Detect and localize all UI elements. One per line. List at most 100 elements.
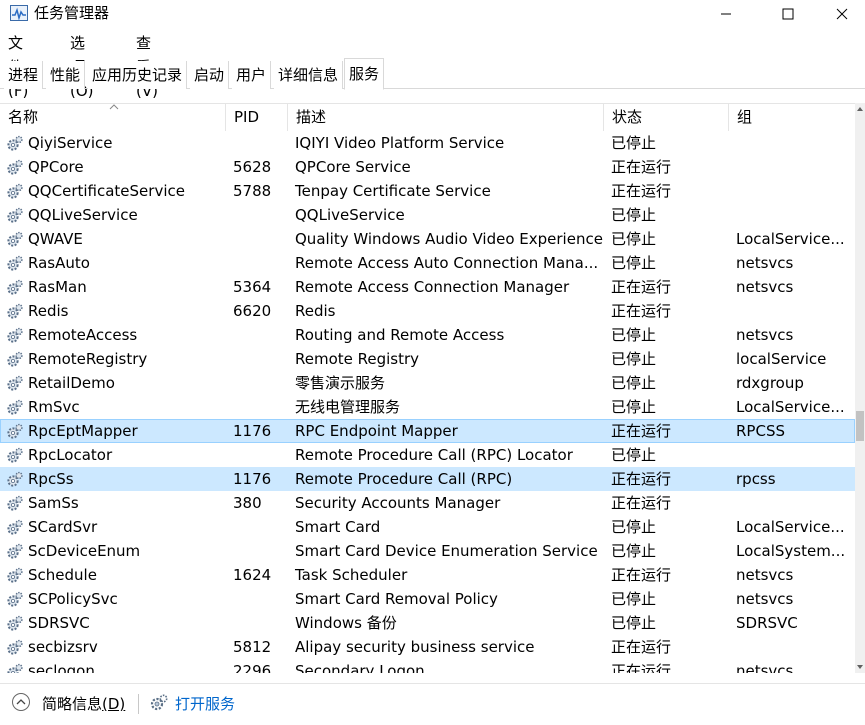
service-name: Schedule [28,566,97,584]
service-group: localService [736,350,827,368]
column-header-name[interactable]: 名称 [0,104,226,131]
service-group: rdxgroup [736,374,804,392]
service-name: RpcLocator [28,446,113,464]
table-row[interactable]: RasMan 5364 Remote Access Connection Manag… [0,275,855,299]
table-header: 名称 PID 描述 状态 组 [0,104,855,131]
service-name: QWAVE [28,230,83,248]
column-header-pid[interactable]: PID [226,104,288,131]
service-pid [226,611,288,635]
table-row[interactable]: seclogon 2296 Secondary Logon 正在运行 netsvcs [0,659,855,673]
chevron-up-circle-icon[interactable] [11,692,31,712]
maximize-button[interactable] [765,0,811,28]
service-status: 正在运行 [611,182,672,200]
service-status: 已停止 [611,542,657,560]
services-gear-icon[interactable] [149,693,169,713]
service-name: RasAuto [28,254,90,272]
service-status: 正在运行 [611,566,672,584]
service-group [729,635,855,659]
table-row[interactable]: RpcSs 1176 Remote Procedure Call (RPC) 正在运行… [0,467,855,491]
table-row[interactable]: RpcLocator Remote Procedure Call (RPC) Lo… [0,443,855,467]
service-description: Redis [295,302,336,320]
tab-services[interactable]: 服务 [344,58,385,90]
tab-startup[interactable]: 启动 [190,61,230,89]
scroll-up-icon[interactable] [855,103,865,115]
table-row[interactable]: RpcEptMapper 1176 RPC Endpoint Mapper 正在运行 R… [0,419,855,443]
close-button[interactable] [819,0,865,28]
table-row[interactable]: SDRSVC Windows 备份 已停止 SDRSVC [0,611,855,635]
service-description: 无线电管理服务 [295,398,401,416]
vertical-scrollbar[interactable] [855,103,865,673]
minimize-button[interactable] [703,0,749,28]
tab-performance[interactable]: 性能 [46,61,86,89]
table-row[interactable]: RasAuto Remote Access Auto Connection Man… [0,251,855,275]
open-services-link[interactable]: 打开服务 [175,694,235,714]
service-pid: 6620 [233,302,272,320]
table-row[interactable]: QQLiveService QQLiveService 已停止 [0,203,855,227]
tab-users[interactable]: 用户 [232,61,272,89]
service-gear-icon [7,423,23,439]
service-name: RemoteAccess [28,326,138,344]
service-status: 已停止 [611,350,657,368]
service-group [729,131,855,155]
table-row[interactable]: Schedule 1624 Task Scheduler 正在运行 netsvcs [0,563,855,587]
table-row[interactable]: Redis 6620 Redis 正在运行 [0,299,855,323]
fewer-details-shortcut: (D) [102,695,126,713]
service-description: Remote Registry [295,350,420,368]
tab-details[interactable]: 详细信息 [274,61,344,89]
service-group: rpcss [736,470,776,488]
table-row[interactable]: SCardSvr Smart Card 已停止 LocalService... [0,515,855,539]
service-name-cell: RemoteRegistry [0,347,226,371]
fewer-details-button[interactable]: 简略信息(D) [42,694,125,714]
window-title: 任务管理器 [34,4,110,22]
table-row[interactable]: QiyiService IQIYI Video Platform Service 已… [0,131,855,155]
table-row[interactable]: RemoteRegistry Remote Registry 已停止 localSer… [0,347,855,371]
service-group: LocalService... [736,398,845,416]
tab-app-history[interactable]: 应用历史记录 [88,61,188,89]
service-pid: 1176 [233,422,272,440]
service-pid: 380 [233,494,262,512]
table-row[interactable]: SCPolicySvc Smart Card Removal Policy 已停止 n… [0,587,855,611]
table-row[interactable]: RetailDemo 零售演示服务 已停止 rdxgroup [0,371,855,395]
service-description: Task Scheduler [295,566,408,584]
service-pid: 5812 [233,638,272,656]
service-pid [226,131,288,155]
service-gear-icon [7,303,23,319]
service-gear-icon [7,615,23,631]
service-name: RemoteRegistry [28,350,148,368]
table-row[interactable]: secbizsrv 5812 Alipay security business se… [0,635,855,659]
service-group: SDRSVC [736,614,798,632]
table-row[interactable]: QWAVE Quality Windows Audio Video Experie… [0,227,855,251]
table-row[interactable]: SamSs 380 Security Accounts Manager 正在运行 [0,491,855,515]
service-name-cell: seclogon [0,659,226,673]
service-name-cell: SDRSVC [0,611,226,635]
table-row[interactable]: RmSvc 无线电管理服务 已停止 LocalService... [0,395,855,419]
table-row[interactable]: QQCertificateService 5788 Tenpay Certifica… [0,179,855,203]
service-status: 已停止 [611,230,657,248]
column-header-group[interactable]: 组 [729,104,855,131]
column-header-status[interactable]: 状态 [604,104,729,131]
scroll-down-icon[interactable] [855,661,865,673]
service-pid: 5364 [233,278,272,296]
table-row[interactable]: RemoteAccess Routing and Remote Access 已停止… [0,323,855,347]
table-row[interactable]: ScDeviceEnum Smart Card Device Enumeratio… [0,539,855,563]
service-description: Alipay security business service [295,638,535,656]
service-gear-icon [7,447,23,463]
service-description: Windows 备份 [295,614,397,632]
service-description: Remote Procedure Call (RPC) [295,470,513,488]
scroll-thumb[interactable] [856,411,864,441]
service-name-cell: QWAVE [0,227,226,251]
service-name: SDRSVC [28,614,90,632]
service-status: 已停止 [611,518,657,536]
service-name: SCardSvr [28,518,98,536]
service-status: 已停止 [611,446,657,464]
service-name-cell: RetailDemo [0,371,226,395]
table-body: QiyiService IQIYI Video Platform Service 已… [0,131,855,673]
service-name-cell: RasAuto [0,251,226,275]
service-name: RpcSs [28,470,74,488]
service-status: 已停止 [611,374,657,392]
table-row[interactable]: QPCore 5628 QPCore Service 正在运行 [0,155,855,179]
tab-processes[interactable]: 进程 [4,61,44,89]
column-header-description[interactable]: 描述 [288,104,604,131]
service-gear-icon [7,591,23,607]
service-name: RmSvc [28,398,80,416]
